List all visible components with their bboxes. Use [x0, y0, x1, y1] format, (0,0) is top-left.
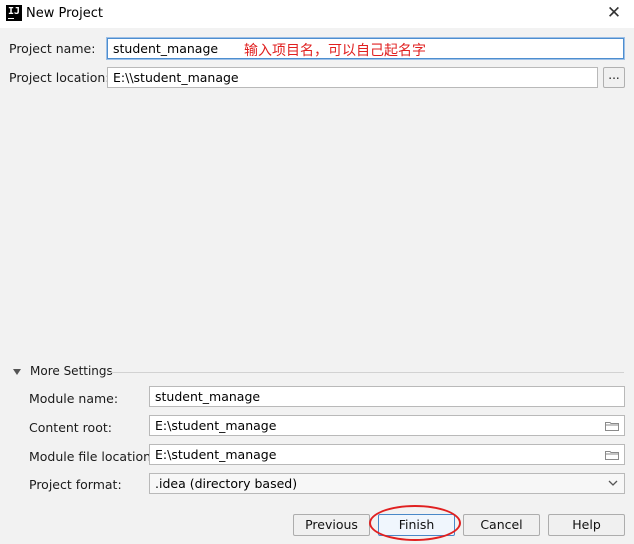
expand-triangle-icon — [13, 369, 21, 375]
project-location-input[interactable]: E:\\student_manage — [107, 67, 598, 88]
content-root-label: Content root: — [29, 420, 112, 435]
close-button[interactable]: ✕ — [602, 2, 626, 24]
folder-icon[interactable] — [605, 450, 619, 460]
project-format-value: .idea (directory based) — [155, 476, 298, 491]
project-format-label: Project format: — [29, 477, 122, 492]
section-divider — [110, 372, 624, 373]
content-root-input[interactable]: E:\student_manage — [149, 415, 625, 436]
browse-location-button[interactable]: ... — [603, 67, 625, 88]
project-name-label: Project name: — [9, 41, 96, 56]
folder-icon[interactable] — [605, 421, 619, 431]
window-title: New Project — [26, 6, 103, 21]
previous-button[interactable]: Previous — [293, 514, 370, 536]
help-button[interactable]: Help — [548, 514, 625, 536]
finish-highlight-ellipse — [369, 505, 461, 541]
more-settings-label: More Settings — [30, 364, 113, 378]
module-file-location-value: E:\student_manage — [155, 447, 277, 462]
project-location-label: Project location: — [9, 70, 110, 85]
intellij-logo-icon: IJ — [6, 5, 22, 21]
module-name-label: Module name: — [29, 391, 119, 406]
module-file-location-input[interactable]: E:\student_manage — [149, 444, 625, 465]
content-root-value: E:\student_manage — [155, 418, 277, 433]
cancel-button[interactable]: Cancel — [463, 514, 540, 536]
module-name-input[interactable]: student_manage — [149, 386, 625, 407]
module-file-location-label: Module file location: — [29, 449, 156, 464]
title-bar: IJ New Project ✕ — [0, 0, 634, 28]
annotation-text: 输入项目名，可以自己起名字 — [244, 43, 426, 59]
project-format-select[interactable]: .idea (directory based) — [149, 473, 625, 494]
chevron-down-icon — [608, 480, 618, 486]
